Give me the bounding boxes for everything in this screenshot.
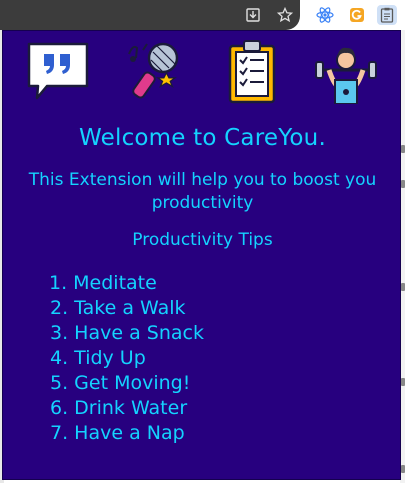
tip-item-snack: 3. Have a Snack bbox=[50, 322, 204, 344]
weightlifter-icon bbox=[313, 40, 379, 105]
grammarly-icon[interactable] bbox=[347, 5, 367, 25]
react-devtools-icon[interactable] bbox=[315, 5, 335, 25]
intro-text: This Extension will help you to boost yo… bbox=[28, 170, 377, 213]
tips-list: 1. Meditate 2. Take a Walk 3. Have a Sna… bbox=[49, 271, 204, 446]
microphone-icon bbox=[123, 40, 189, 104]
tip-item-water: 6. Drink Water bbox=[50, 397, 188, 419]
quote-speech-bubble-icon bbox=[25, 40, 91, 104]
tip-item-nap: 7. Have a Nap bbox=[50, 422, 185, 444]
careyou-extension-icon[interactable] bbox=[377, 5, 397, 25]
tip-item-walk: 2. Take a Walk bbox=[50, 297, 186, 319]
tip-item-meditate: 1. Meditate bbox=[49, 272, 157, 294]
download-icon[interactable] bbox=[243, 5, 263, 25]
header-icons bbox=[3, 40, 402, 105]
checklist-clipboard-icon bbox=[220, 40, 286, 104]
careyou-popup: Welcome to CareYou. This Extension will … bbox=[2, 30, 401, 480]
welcome-heading: Welcome to CareYou. bbox=[79, 125, 326, 151]
bookmark-star-icon[interactable] bbox=[275, 5, 295, 25]
tip-item-tidy: 4. Tidy Up bbox=[50, 347, 146, 369]
browser-toolbar bbox=[0, 0, 405, 30]
tips-heading: Productivity Tips bbox=[132, 230, 273, 250]
tip-item-move: 5. Get Moving! bbox=[50, 372, 191, 394]
